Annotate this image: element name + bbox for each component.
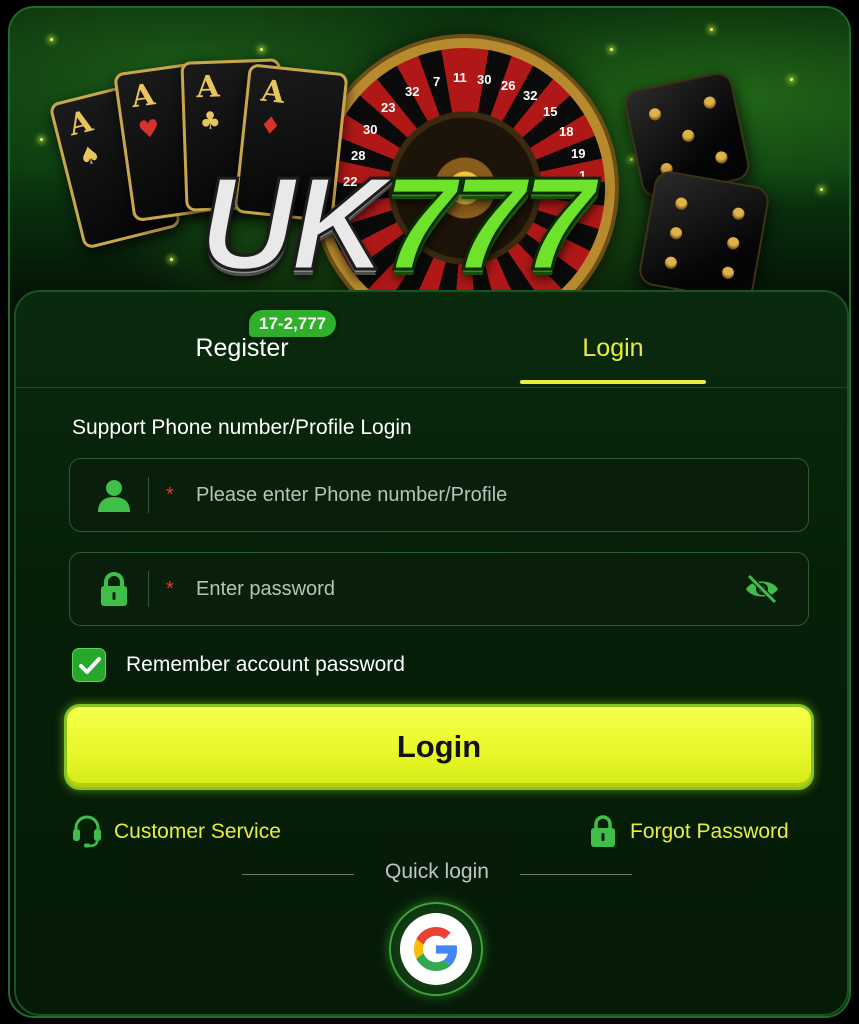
card-suit: ♣ [198,105,222,136]
login-window: 22 28 30 23 32 7 11 30 26 32 15 18 19 1 … [8,6,851,1018]
sparkle [260,48,263,51]
google-icon [414,927,458,971]
quick-login-label: Quick login [385,860,489,883]
password-input[interactable] [196,569,736,609]
tab-login[interactable]: Login [520,334,706,363]
sparkle [40,138,43,141]
password-field: * [69,552,809,626]
tab-register[interactable]: Register [152,334,332,363]
eye-off-icon[interactable] [744,573,780,605]
required-mark: * [166,578,174,600]
sparkle [50,38,53,41]
roulette-number: 11 [453,70,467,85]
field-divider [148,477,149,513]
sparkle [630,158,633,161]
check-icon [79,657,101,674]
remember-label: Remember account password [126,653,405,676]
lock-icon [101,572,127,606]
hero-banner: 22 28 30 23 32 7 11 30 26 32 15 18 19 1 … [10,8,849,298]
remember-checkbox[interactable] [72,648,106,682]
quick-login-divider: Quick login [16,858,847,888]
divider-line [520,874,632,875]
sparkle [610,48,613,51]
required-mark: * [166,484,174,506]
roulette-number: 30 [363,122,378,137]
roulette-number: 32 [405,84,420,99]
roulette-number: 32 [523,88,538,103]
support-login-label: Support Phone number/Profile Login [72,416,412,439]
dice-image [636,168,772,298]
login-button[interactable]: Login [64,704,814,790]
sparkle [710,28,713,31]
account-input[interactable] [196,475,736,515]
card-suit: ♥ [136,112,162,145]
roulette-number: 7 [433,74,441,89]
user-icon [98,480,130,512]
lock-icon [591,815,615,847]
sparkle [820,188,823,191]
customer-service-label: Customer Service [114,820,281,843]
card-rank: A [195,69,221,106]
card-rank: A [65,103,97,144]
login-panel: Register 17-2,777 Login Support Phone nu… [14,290,849,1016]
divider-line [242,874,354,875]
card-rank: A [259,73,287,111]
google-login-button[interactable] [389,902,483,996]
card-suit: ♦ [258,109,283,141]
card-suit: ♠ [75,138,104,173]
account-field: * [69,458,809,532]
sparkle [170,258,173,261]
field-divider [148,571,149,607]
roulette-number: 30 [477,72,492,87]
forgot-password-label: Forgot Password [630,820,789,843]
roulette-number: 23 [381,100,396,115]
card-rank: A [129,77,158,116]
brand-logo: UK777 [199,156,597,291]
roulette-number: 15 [543,104,558,119]
headset-icon [73,815,101,848]
logo-text-uk: UK [199,150,389,297]
logo-text-777: 777 [381,150,596,297]
active-tab-indicator [520,380,706,384]
roulette-number: 26 [501,78,516,93]
auth-tabs: Register 17-2,777 Login [16,292,847,388]
register-bonus-badge: 17-2,777 [249,310,337,337]
google-button-face [400,913,472,985]
sparkle [790,78,793,81]
roulette-number: 18 [559,124,574,139]
